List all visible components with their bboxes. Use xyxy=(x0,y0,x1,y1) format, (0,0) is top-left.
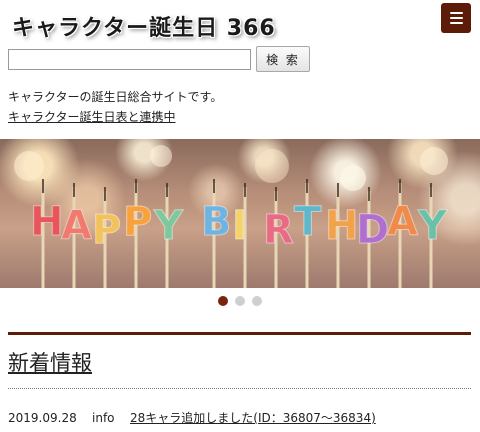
news-category: info xyxy=(92,411,115,425)
news-title-link[interactable]: 28キャラ追加しました(ID：36807～36834) xyxy=(130,411,376,425)
slider-dot[interactable] xyxy=(235,296,245,306)
news-date: 2019.09.28 xyxy=(8,411,77,425)
slider-pagination xyxy=(0,296,480,306)
hamburger-menu-button[interactable] xyxy=(441,3,471,33)
site-tagline: キャラクターの誕生日総合サイトです。 xyxy=(8,90,223,104)
candle-letter: B xyxy=(201,199,232,245)
candle-letter: H xyxy=(325,203,358,249)
news-divider xyxy=(8,388,471,389)
news-item: 2019.09.28 info 28キャラ追加しました(ID：36807～36834… xyxy=(8,409,376,426)
candle-letter: P xyxy=(123,199,152,245)
slider-dot[interactable] xyxy=(218,296,228,306)
candle-letter: I xyxy=(232,203,247,249)
birthday-candles-image: HA P P Y B I R T HDA Y xyxy=(30,179,449,288)
section-divider xyxy=(8,332,471,335)
candle-letter: H xyxy=(30,199,63,245)
candle-letter: T xyxy=(294,199,322,245)
candle-letter: P xyxy=(92,207,121,253)
candle-letter: A xyxy=(387,199,418,245)
slider-dot[interactable] xyxy=(252,296,262,306)
search-input[interactable] xyxy=(8,49,251,70)
candle-letter: A xyxy=(61,203,92,249)
candle-letter: R xyxy=(263,207,294,253)
candle-letter: Y xyxy=(417,203,448,249)
site-title[interactable]: キャラクター誕生日 366 xyxy=(12,10,276,42)
candle-letter: D xyxy=(356,207,389,253)
search-button[interactable]: 検 索 xyxy=(256,46,310,72)
candle-letter: Y xyxy=(153,203,184,249)
character-birthday-table-link[interactable]: キャラクター誕生日表と連携中 xyxy=(8,108,176,125)
news-section-title[interactable]: 新着情報 xyxy=(8,347,92,377)
hamburger-menu-icon xyxy=(449,12,463,14)
hero-banner[interactable]: HAPPYBIRTHDAY xyxy=(0,139,480,288)
